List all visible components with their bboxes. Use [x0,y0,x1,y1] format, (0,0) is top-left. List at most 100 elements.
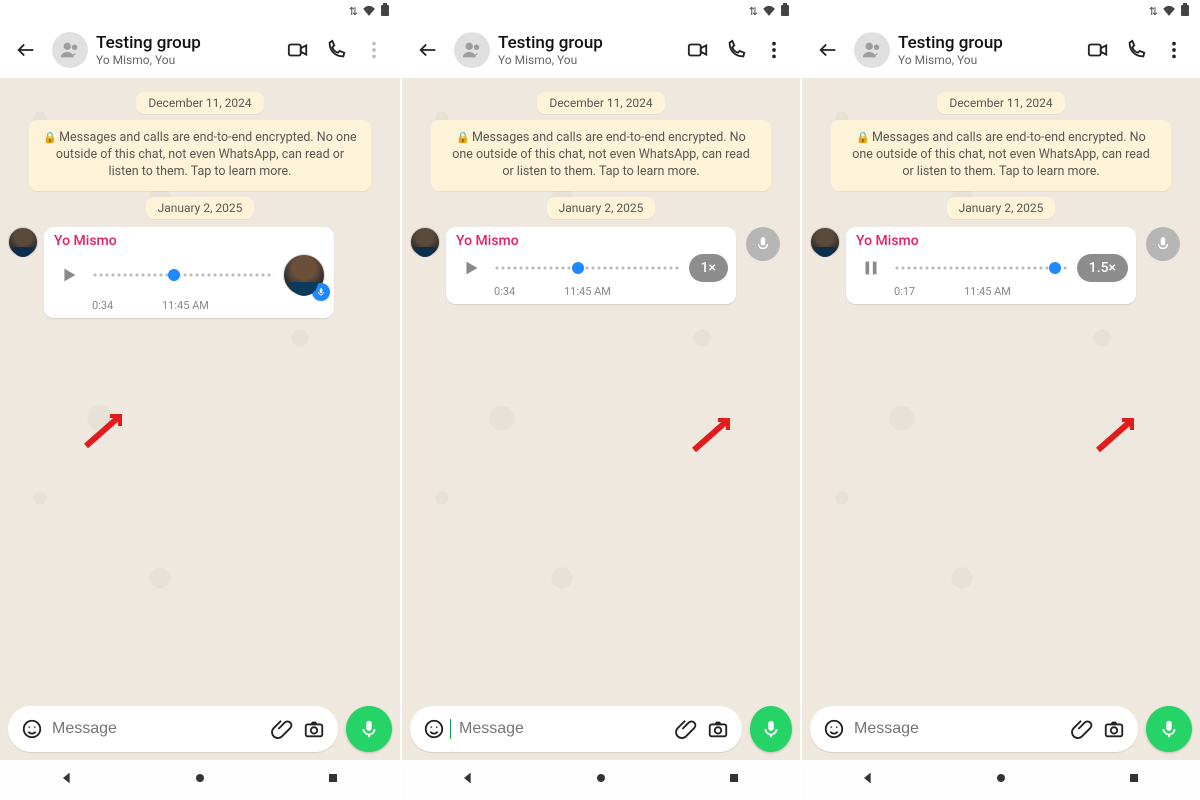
encryption-banner[interactable]: 🔒Messages and calls are end-to-end encry… [431,120,771,191]
nav-recents-icon[interactable] [726,770,742,790]
android-nav-bar [402,760,800,800]
voice-call-button[interactable] [718,32,754,68]
attach-icon[interactable] [266,718,298,740]
voice-call-button[interactable] [1118,32,1154,68]
pause-button[interactable] [856,253,886,283]
nav-recents-icon[interactable] [1126,770,1142,790]
screenshot-panel-2: ⇅ Testing group Yo Mismo, You December 1… [400,0,800,800]
record-voice-button[interactable] [346,706,392,752]
contact-photo-slot[interactable] [282,253,326,297]
lock-icon: 🔒 [43,131,57,144]
sender-avatar[interactable] [8,227,38,257]
message-time: 11:45 AM [162,299,209,312]
back-button[interactable] [810,32,846,68]
screenshot-panel-3: ⇅ Testing group Yo Mismo, You December 1… [800,0,1200,800]
audio-track[interactable] [92,264,274,286]
voice-message-row: Yo Mismo 1.5× 0:17 11:45 AM [810,227,1192,304]
nav-home-icon[interactable] [192,770,208,790]
back-button[interactable] [8,32,44,68]
composer [402,698,800,760]
group-avatar[interactable] [52,32,88,68]
lock-icon: 🔒 [856,131,870,144]
chat-area[interactable]: December 11, 2024 🔒Messages and calls ar… [402,78,800,698]
chat-header: Testing group Yo Mismo, You [802,22,1200,78]
audio-scrubber[interactable] [168,269,180,281]
group-avatar[interactable] [854,32,890,68]
camera-icon[interactable] [298,718,330,740]
swap-vert-icon: ⇅ [749,5,758,18]
audio-scrubber[interactable] [1049,262,1061,274]
composer [802,698,1200,760]
attach-icon[interactable] [670,718,702,740]
group-avatar[interactable] [454,32,490,68]
chat-header: Testing group Yo Mismo, You [402,22,800,78]
record-voice-button[interactable] [750,706,792,752]
android-nav-bar [0,760,400,800]
voice-call-button[interactable] [318,32,354,68]
voice-message-bubble[interactable]: Yo Mismo 1.5× 0:17 11:45 AM [846,227,1136,304]
attach-icon[interactable] [1066,718,1098,740]
message-input[interactable] [48,720,266,738]
annotation-arrow [688,410,748,454]
chat-title-block[interactable]: Testing group Yo Mismo, You [898,33,1072,67]
message-input-pill[interactable] [410,706,742,752]
nav-back-icon[interactable] [860,770,876,790]
voice-message-row: Yo Mismo [8,227,392,318]
audio-track[interactable] [494,257,681,279]
message-input-pill[interactable] [810,706,1138,752]
voice-status-icon [746,227,780,261]
date-chip: January 2, 2025 [547,197,656,219]
nav-back-icon[interactable] [59,770,75,790]
video-call-button[interactable] [1080,32,1116,68]
battery-icon [1180,3,1190,20]
text-cursor [450,719,451,739]
sender-avatar[interactable] [810,227,840,257]
message-input[interactable] [850,720,1066,738]
date-chip: January 2, 2025 [947,197,1056,219]
sticker-icon[interactable] [418,718,450,740]
audio-duration: 0:17 [894,285,934,298]
nav-home-icon[interactable] [993,770,1009,790]
menu-button[interactable] [356,32,392,68]
composer [0,698,400,760]
voice-message-bubble[interactable]: Yo Mismo [44,227,334,318]
message-time: 11:45 AM [964,285,1011,298]
contact-photo [283,254,325,296]
record-voice-button[interactable] [1146,706,1192,752]
camera-icon[interactable] [1098,718,1130,740]
mic-badge-icon [312,283,330,301]
play-button[interactable] [54,260,84,290]
chat-title: Testing group [96,33,272,53]
lock-icon: 🔒 [456,131,470,144]
chat-area[interactable]: December 11, 2024 🔒Messages and calls ar… [802,78,1200,698]
back-button[interactable] [410,32,446,68]
camera-icon[interactable] [702,718,734,740]
chat-title-block[interactable]: Testing group Yo Mismo, You [498,33,672,67]
message-input[interactable] [455,720,670,738]
menu-button[interactable] [1156,32,1192,68]
chat-area[interactable]: December 11, 2024 🔒Messages and calls ar… [0,78,400,698]
battery-icon [380,3,390,20]
menu-button[interactable] [756,32,792,68]
playback-speed-button[interactable]: 1× [689,254,728,282]
video-call-button[interactable] [680,32,716,68]
playback-speed-button[interactable]: 1.5× [1077,254,1128,282]
sticker-icon[interactable] [16,718,48,740]
chat-title-block[interactable]: Testing group Yo Mismo, You [96,33,272,67]
audio-scrubber[interactable] [572,262,584,274]
nav-home-icon[interactable] [593,770,609,790]
date-chip: December 11, 2024 [537,92,664,114]
encryption-banner[interactable]: 🔒Messages and calls are end-to-end encry… [831,120,1171,191]
voice-message-bubble[interactable]: Yo Mismo 1× 0:34 11:45 AM [446,227,736,304]
video-call-button[interactable] [280,32,316,68]
message-input-pill[interactable] [8,706,338,752]
sticker-icon[interactable] [818,718,850,740]
sender-avatar[interactable] [410,227,440,257]
play-button[interactable] [456,253,486,283]
wifi-icon [762,4,776,19]
nav-recents-icon[interactable] [325,770,341,790]
android-nav-bar [802,760,1200,800]
nav-back-icon[interactable] [460,770,476,790]
audio-track[interactable] [894,257,1069,279]
encryption-banner[interactable]: 🔒Messages and calls are end-to-end encry… [29,120,370,191]
